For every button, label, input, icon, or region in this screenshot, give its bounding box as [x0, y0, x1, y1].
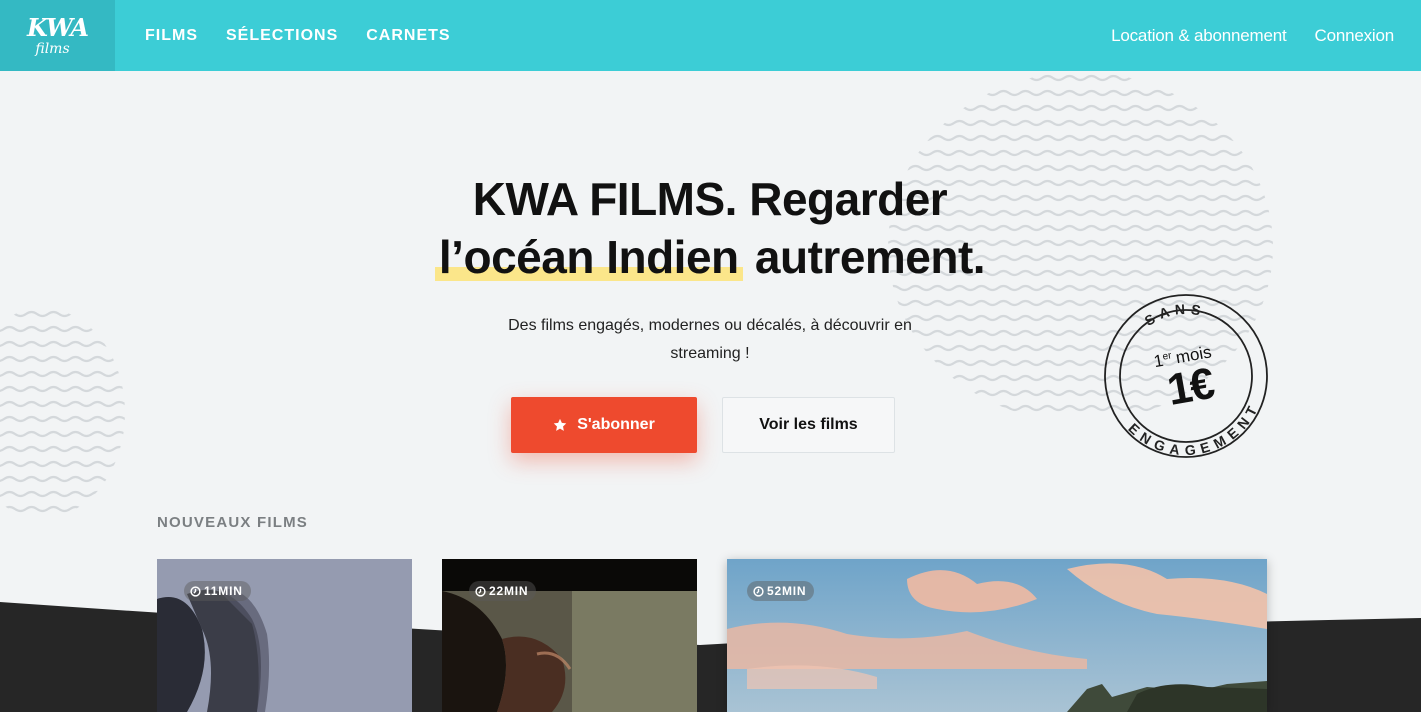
wave-line [0, 490, 125, 498]
wave-line [0, 415, 125, 423]
wave-line [0, 445, 125, 453]
logo-subtext: films [35, 40, 70, 57]
star-icon [553, 418, 567, 431]
wave-line [0, 430, 125, 438]
duration-badge: 11MIN [184, 581, 251, 601]
wave-line [888, 89, 1273, 97]
top-navigation-bar: KWA films FILMS SÉLECTIONS CARNETS Locat… [0, 0, 1421, 71]
clock-icon [753, 585, 764, 597]
clock-icon [475, 585, 486, 597]
wave-line [0, 325, 125, 333]
wave-line [0, 400, 125, 408]
wave-line [0, 385, 125, 393]
wave-line [0, 460, 125, 468]
subscribe-label: S'abonner [577, 416, 655, 433]
wave-line [888, 119, 1273, 127]
nav-carnets[interactable]: CARNETS [366, 27, 450, 45]
duration-text: 52MIN [767, 584, 807, 598]
wave-line [0, 505, 125, 513]
film-card[interactable]: 52MIN [727, 559, 1267, 712]
clock-icon [190, 585, 201, 597]
hero-title-highlight: l’océan Indien [434, 231, 743, 283]
duration-text: 22MIN [489, 584, 529, 598]
wave-line [0, 355, 125, 363]
duration-badge: 22MIN [469, 581, 537, 601]
nav-selections[interactable]: SÉLECTIONS [226, 27, 338, 45]
duration-text: 11MIN [204, 584, 243, 598]
kwa-films-logo[interactable]: KWA films [0, 0, 115, 71]
wave-line [888, 149, 1273, 157]
nav-films[interactable]: FILMS [145, 27, 198, 45]
wave-line [0, 370, 125, 378]
hero-title-line1: KWA FILMS. Regarder [472, 173, 948, 225]
svg-text:SANS: SANS [1140, 296, 1209, 330]
section-title-new-films: NOUVEAUX FILMS [157, 514, 308, 531]
duration-badge: 52MIN [747, 581, 815, 601]
hero-subtitle: Des films engagés, modernes ou décalés, … [508, 317, 912, 362]
film-card[interactable]: 11MIN [157, 559, 412, 712]
account-nav: Location & abonnement Connexion [1111, 26, 1394, 46]
subscribe-button[interactable]: S'abonner [511, 397, 697, 453]
wave-line [888, 74, 1273, 82]
wave-pattern-decoration-left [0, 310, 125, 513]
hero-title: KWA FILMS. Regarder l’océan Indien autre… [360, 170, 1060, 286]
wave-line [0, 340, 125, 348]
film-card[interactable]: 22MIN [442, 559, 697, 712]
wave-line [888, 104, 1273, 112]
main-nav: FILMS SÉLECTIONS CARNETS [145, 27, 451, 45]
wave-line [888, 134, 1273, 142]
wave-line [0, 310, 125, 318]
badge-price: 1€ [1164, 359, 1218, 415]
rental-subscription-link[interactable]: Location & abonnement [1111, 26, 1287, 46]
login-link[interactable]: Connexion [1315, 26, 1395, 46]
wave-line [0, 475, 125, 483]
logo-text: KWA [26, 12, 89, 42]
hero-title-rest: autrement. [742, 231, 986, 283]
view-films-label: Voir les films [759, 416, 858, 433]
offer-badge: SANS ENGAGEMENT 1er mois 1€ [1104, 294, 1269, 462]
badge-top-text: SANS [1140, 296, 1209, 330]
view-films-button[interactable]: Voir les films [722, 397, 895, 453]
